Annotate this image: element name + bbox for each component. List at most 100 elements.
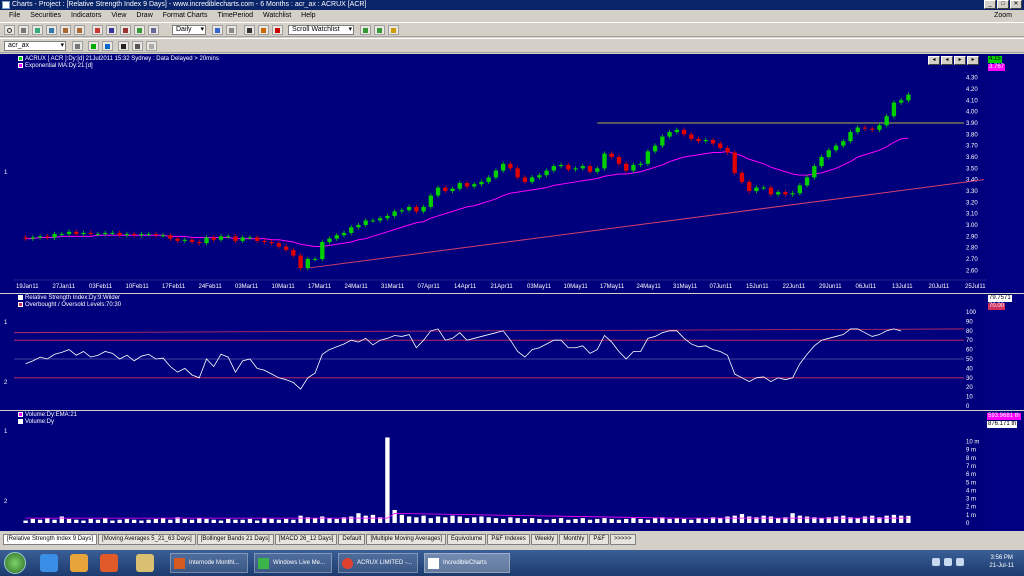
menu-securities[interactable]: Securities bbox=[25, 11, 66, 21]
tab-default[interactable]: Default bbox=[338, 534, 366, 545]
clear-icon[interactable] bbox=[72, 41, 83, 51]
levels-legend-item[interactable]: Overbought / Oversold Levels:70:30 bbox=[18, 302, 121, 309]
pan-right-icon[interactable] bbox=[74, 25, 85, 35]
date-axis-label: 15Jun11 bbox=[746, 284, 769, 290]
go-icon[interactable] bbox=[88, 41, 99, 51]
menu-draw[interactable]: Draw bbox=[131, 11, 157, 21]
binoculars-icon[interactable] bbox=[118, 41, 129, 51]
candle-body bbox=[406, 206, 412, 211]
folder-quicklaunch-icon[interactable] bbox=[70, 554, 88, 572]
watchlist-select[interactable]: Scroll Watchlist bbox=[288, 25, 354, 35]
trendline-icon[interactable] bbox=[258, 25, 269, 35]
candle-body bbox=[269, 242, 274, 244]
delete-icon[interactable] bbox=[272, 25, 283, 35]
zoom-in-icon[interactable] bbox=[32, 25, 43, 35]
volume-chart-panel[interactable]: 10 m 9 m 8 m 7 m 6 m 5 m 4 m 3 m 2 m 1 m 0 Volume:… bbox=[14, 411, 986, 531]
nav-last-icon[interactable]: ▸ bbox=[967, 56, 979, 65]
pan-left-icon[interactable] bbox=[60, 25, 71, 35]
taskbar-app-chrome[interactable]: ACRUX LIMITED -... bbox=[338, 553, 418, 573]
volume-ema-legend-item[interactable]: Volume:Dy:EMA:21 bbox=[18, 412, 77, 419]
volume-bar bbox=[88, 518, 93, 523]
candle-body bbox=[783, 192, 788, 195]
tab-rsi-9[interactable]: [Relative Strength Index 9 Days] bbox=[3, 534, 98, 545]
ie-quicklaunch-icon[interactable] bbox=[40, 554, 58, 572]
media-quicklaunch-icon[interactable] bbox=[100, 554, 118, 572]
menu-help[interactable]: Help bbox=[296, 11, 320, 21]
text-tool-icon[interactable] bbox=[120, 25, 131, 35]
zoom-button[interactable]: Zoom bbox=[994, 11, 1012, 21]
lock-icon[interactable] bbox=[146, 41, 157, 51]
menu-timeperiod[interactable]: TimePeriod bbox=[213, 11, 259, 21]
close-button[interactable]: ✕ bbox=[1010, 0, 1022, 9]
nav-next-icon[interactable]: ▸ bbox=[954, 56, 966, 65]
zoom-out-icon[interactable] bbox=[46, 25, 57, 35]
tab-equivolume[interactable]: Equivolume bbox=[447, 534, 487, 545]
draw-line-icon[interactable] bbox=[106, 25, 117, 35]
period-select[interactable]: Daily bbox=[172, 25, 206, 35]
volume-legend-item[interactable]: Volume:Dy bbox=[18, 419, 77, 426]
tab-monthly[interactable]: Monthly bbox=[559, 534, 589, 545]
menu-format-charts[interactable]: Format Charts bbox=[158, 11, 213, 21]
print-icon[interactable] bbox=[18, 25, 29, 35]
search-icon[interactable] bbox=[4, 25, 15, 35]
watchlist-prev-icon[interactable] bbox=[360, 25, 371, 35]
compare-icon[interactable] bbox=[132, 41, 143, 51]
volume-bar bbox=[276, 519, 282, 523]
minimize-button[interactable]: _ bbox=[984, 0, 996, 9]
taskbar-app-live-messenger[interactable]: Windows Live Me... bbox=[254, 553, 332, 573]
candle-body bbox=[117, 232, 122, 236]
arrow-tool-icon[interactable] bbox=[244, 25, 255, 35]
volume-bar bbox=[59, 516, 64, 523]
volume-bar bbox=[862, 516, 868, 523]
rsi-chart-panel[interactable]: 100 90 80 70 60 50 40 30 20 10 0 Relative Strength… bbox=[14, 294, 986, 410]
ema-legend-item[interactable]: Exponential MA:Dy:21:[d] bbox=[18, 63, 219, 70]
date-axis-label: 17Mar11 bbox=[308, 284, 332, 290]
tab-macd[interactable]: [MACD 26_12 Days] bbox=[274, 534, 338, 545]
crosshair-icon[interactable] bbox=[92, 25, 103, 35]
settings-icon[interactable] bbox=[226, 25, 237, 35]
price-legend-item[interactable]: ACRUX [ ACR ]:Dy:[d] 21Jul2011 15:32 Syd… bbox=[18, 56, 219, 63]
tab-moving-averages[interactable]: [Moving Averages 5_21_63 Days] bbox=[98, 534, 196, 545]
price-y-tick-label: 4.20 bbox=[966, 87, 978, 93]
chart-type-icon[interactable] bbox=[134, 25, 145, 35]
maximize-button[interactable]: □ bbox=[997, 0, 1009, 9]
tray-flag-icon[interactable] bbox=[956, 558, 964, 566]
taskbar-app-internode[interactable]: Internode Monthl... bbox=[170, 553, 248, 573]
back-icon[interactable] bbox=[102, 41, 113, 51]
volume-bar bbox=[52, 519, 57, 523]
security-input[interactable]: acr_ax bbox=[4, 41, 66, 51]
candle-body bbox=[334, 235, 339, 239]
menu-indicators[interactable]: Indicators bbox=[66, 11, 106, 21]
tray-volume-icon[interactable] bbox=[944, 558, 952, 566]
menu-watchlist[interactable]: Watchlist bbox=[258, 11, 296, 21]
watchlist-next-icon[interactable] bbox=[374, 25, 385, 35]
tab-more[interactable]: >>>>> bbox=[610, 534, 636, 545]
tab-pf[interactable]: P&F bbox=[589, 534, 609, 545]
tab-bollinger-bands[interactable]: [Bollinger Bands 21 Days] bbox=[196, 534, 274, 545]
volume-bar bbox=[652, 518, 658, 523]
watchlist-add-icon[interactable] bbox=[388, 25, 399, 35]
price-y-tick-label: 3.20 bbox=[966, 200, 978, 206]
taskbar-app-incrediblecharts[interactable]: IncredibleCharts bbox=[424, 553, 510, 573]
indicator-icon[interactable] bbox=[148, 25, 159, 35]
explorer-quicklaunch-icon[interactable] bbox=[136, 554, 154, 572]
nav-prev-icon[interactable]: ◂ bbox=[941, 56, 953, 65]
rsi-legend-item[interactable]: Relative Strength Index:Dy:9:Wilder bbox=[18, 295, 121, 302]
candle-body bbox=[182, 239, 187, 241]
tab-multiple-moving-averages[interactable]: [Multiple Moving Averages] bbox=[366, 534, 447, 545]
menu-view[interactable]: View bbox=[106, 11, 131, 21]
nav-first-icon[interactable]: ◂ bbox=[928, 56, 940, 65]
main-toolbar: Daily Scroll Watchlist bbox=[0, 22, 1024, 37]
candle-body bbox=[312, 259, 318, 260]
candle-body bbox=[652, 145, 658, 152]
start-button[interactable] bbox=[4, 552, 26, 574]
tray-network-icon[interactable] bbox=[932, 558, 940, 566]
tab-pf-indexes[interactable]: P&F Indexes bbox=[487, 534, 530, 545]
price-chart-panel[interactable]: 4.30 4.20 4.10 4.00 3.90 3.80 3.70 3.60 3.50 3.40… bbox=[14, 54, 986, 293]
clock[interactable]: 3:56 PM 21-Jul-11 bbox=[989, 554, 1014, 570]
taskbar: Internode Monthl... Windows Live Me... A… bbox=[0, 550, 1024, 576]
tab-weekly[interactable]: Weekly bbox=[530, 534, 559, 545]
date-axis-label: 06Jul11 bbox=[856, 284, 877, 290]
menu-file[interactable]: File bbox=[4, 11, 25, 21]
refresh-icon[interactable] bbox=[212, 25, 223, 35]
